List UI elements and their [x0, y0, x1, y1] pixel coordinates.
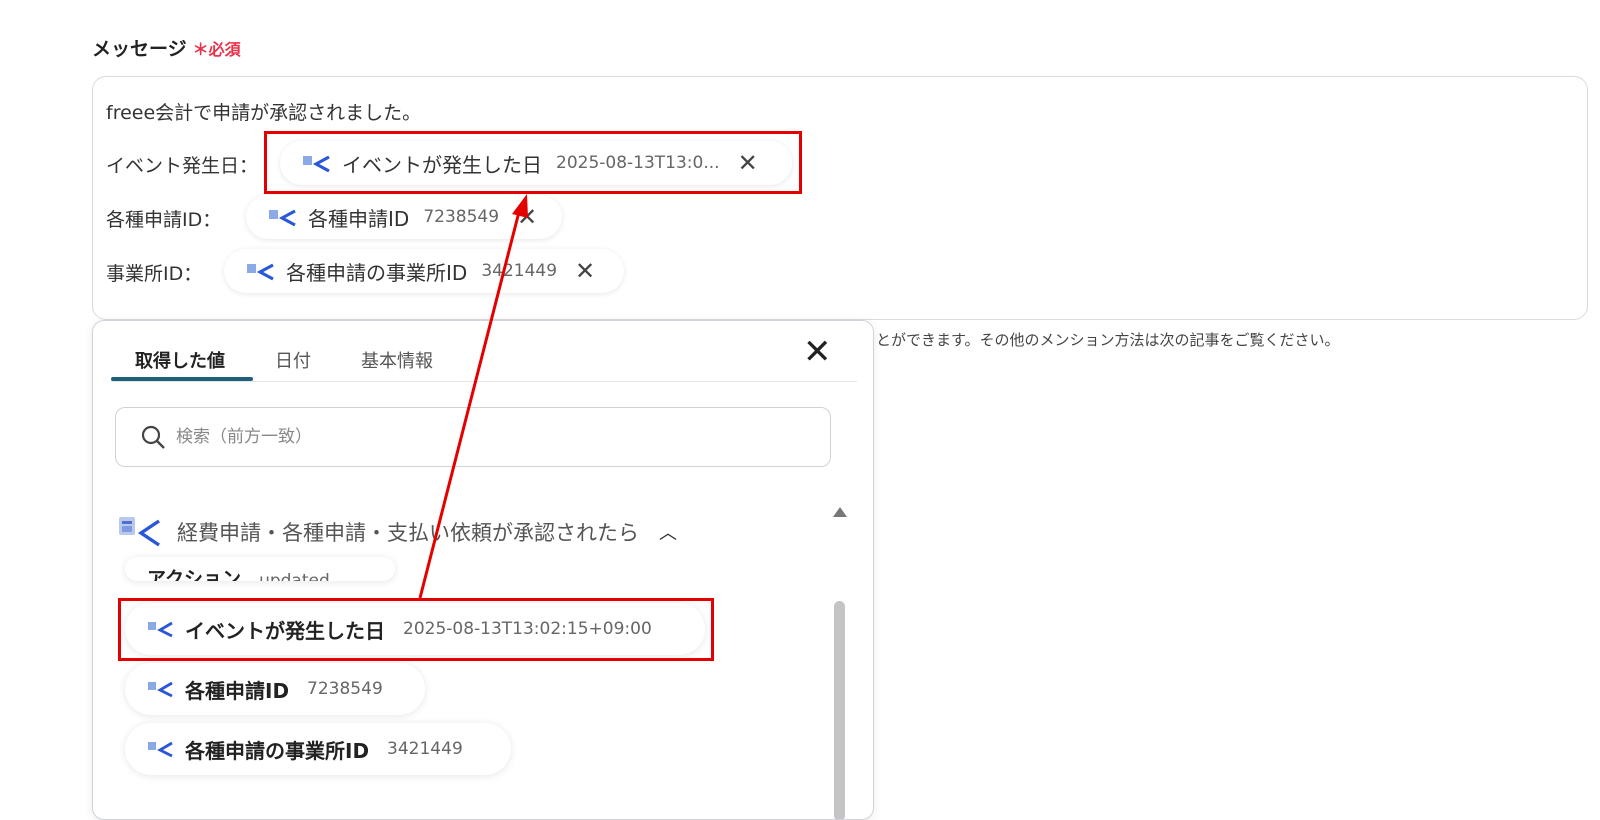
value-picker-panel: 取得した値 日付 基本情報 ✕ 経費申請・各種申請・支払い依頼が承認されたら ︿…: [92, 320, 874, 820]
mention-chip-event-date[interactable]: イベントが発生した日 2025-08-13T13:0... ✕: [280, 141, 792, 185]
chip-value: 3421449: [481, 261, 558, 281]
mention-chip-application-id[interactable]: 各種申請ID 7238549 ✕: [246, 195, 562, 239]
chip-value: 7238549: [423, 207, 500, 227]
active-tab-indicator: [111, 377, 253, 381]
tab-acquired-values[interactable]: 取得した値: [135, 347, 225, 373]
field-label-text: メッセージ: [92, 38, 187, 60]
message-line-2-label: イベント発生日：: [106, 155, 259, 177]
message-line-3-label: 各種申請ID：: [106, 209, 222, 231]
message-field-label: メッセージ ＊必須: [92, 34, 241, 61]
freee-app-icon: [148, 621, 173, 638]
message-line-4-label: 事業所ID：: [106, 263, 203, 285]
scroll-up-arrow[interactable]: [833, 507, 847, 517]
mention-hint-text: とができます。その他のメンション方法は次の記事をご覧ください。: [876, 331, 1340, 349]
freee-app-icon: [247, 263, 274, 281]
freee-app-icon: [148, 741, 173, 758]
list-item-office-id[interactable]: 各種申請の事業所ID 3421449: [125, 723, 511, 775]
chip-name: イベントが発生した日: [342, 152, 542, 177]
freee-app-icon: [148, 681, 173, 698]
close-icon[interactable]: ✕: [575, 259, 595, 283]
close-icon[interactable]: ✕: [738, 151, 758, 175]
list-item-action-partial[interactable]: アクション updated: [125, 557, 395, 581]
required-mark: ＊必須: [192, 40, 241, 59]
tab-date[interactable]: 日付: [275, 347, 311, 373]
message-line-1: freee会計で申請が承認されました。: [106, 102, 422, 124]
trigger-group-header[interactable]: 経費申請・各種申請・支払い依頼が承認されたら ︿: [117, 515, 677, 549]
search-icon: [141, 425, 165, 449]
close-icon[interactable]: ✕: [517, 205, 537, 229]
chevron-up-icon[interactable]: ︿: [659, 519, 677, 545]
mention-chip-office-id[interactable]: 各種申請の事業所ID 3421449 ✕: [224, 249, 624, 293]
close-icon[interactable]: ✕: [803, 335, 832, 369]
tab-basic-info[interactable]: 基本情報: [361, 347, 433, 373]
tab-divider: [111, 381, 857, 382]
group-title: 経費申請・各種申請・支払い依頼が承認されたら: [177, 521, 639, 545]
freee-app-icon: [303, 155, 330, 173]
search-field[interactable]: [115, 407, 831, 467]
list-item-application-id[interactable]: 各種申請ID 7238549: [125, 663, 425, 715]
search-input[interactable]: [174, 426, 738, 448]
chip-name: 各種申請ID: [308, 206, 410, 231]
scrollbar-thumb[interactable]: [834, 601, 845, 819]
chip-name: 各種申請の事業所ID: [286, 260, 468, 285]
list-item-event-date[interactable]: イベントが発生した日 2025-08-13T13:02:15+09:00: [125, 603, 705, 655]
freee-app-icon: [119, 517, 160, 547]
chip-value: 2025-08-13T13:0...: [556, 153, 720, 173]
freee-app-icon: [269, 209, 296, 227]
